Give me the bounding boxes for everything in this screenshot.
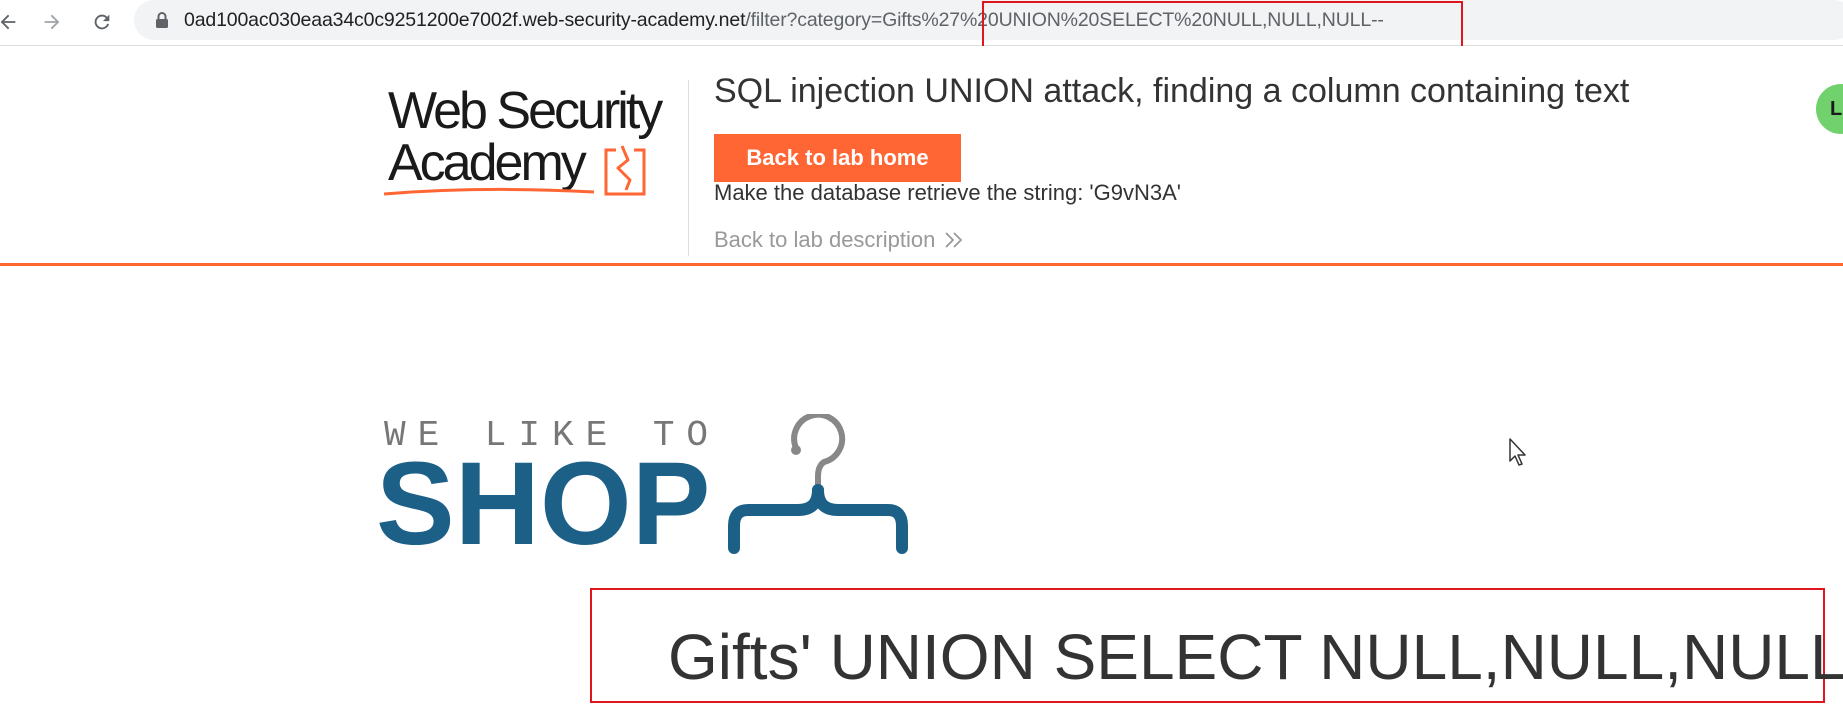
logo-line1: Web Security (388, 82, 663, 140)
forward-button[interactable] (38, 8, 66, 36)
logo-line2: Academy (388, 134, 587, 192)
browser-toolbar: 0ad100ac030eaa34c0c9251200e7002f.web-sec… (0, 0, 1843, 50)
back-button[interactable] (0, 8, 22, 36)
mouse-cursor-icon (1509, 438, 1526, 466)
url-path: /filter?category=Gifts%27%20UNION%20SELE… (745, 9, 1384, 31)
lab-title: SQL injection UNION attack, finding a co… (714, 72, 1630, 110)
lab-header: Web Security Academy SQL injection UNION… (0, 46, 1843, 266)
address-bar[interactable]: 0ad100ac030eaa34c0c9251200e7002f.web-sec… (134, 0, 1843, 40)
web-security-academy-logo[interactable]: Web Security Academy (384, 76, 684, 201)
back-to-lab-home-button[interactable]: Back to lab home (714, 134, 961, 182)
category-heading: Gifts' UNION SELECT NULL,NULL,NULL-- (668, 621, 1843, 693)
lock-icon (156, 12, 168, 28)
back-to-lab-description-link[interactable]: Back to lab description (714, 227, 965, 253)
url-text[interactable]: 0ad100ac030eaa34c0c9251200e7002f.web-sec… (184, 9, 1384, 32)
reload-icon (94, 14, 110, 30)
lab-instruction: Make the database retrieve the string: '… (714, 180, 1181, 205)
arrow-left-icon (0, 14, 16, 30)
header-divider (688, 80, 689, 256)
lab-description-label: Back to lab description (714, 227, 936, 252)
reload-button[interactable] (88, 8, 116, 36)
double-chevron-right-icon (945, 232, 963, 248)
arrow-right-icon (44, 14, 60, 30)
avatar[interactable]: L (1816, 84, 1843, 134)
hanger-icon (728, 414, 908, 554)
url-host: 0ad100ac030eaa34c0c9251200e7002f.web-sec… (184, 9, 746, 31)
shop-brand: SHOP (376, 438, 711, 570)
